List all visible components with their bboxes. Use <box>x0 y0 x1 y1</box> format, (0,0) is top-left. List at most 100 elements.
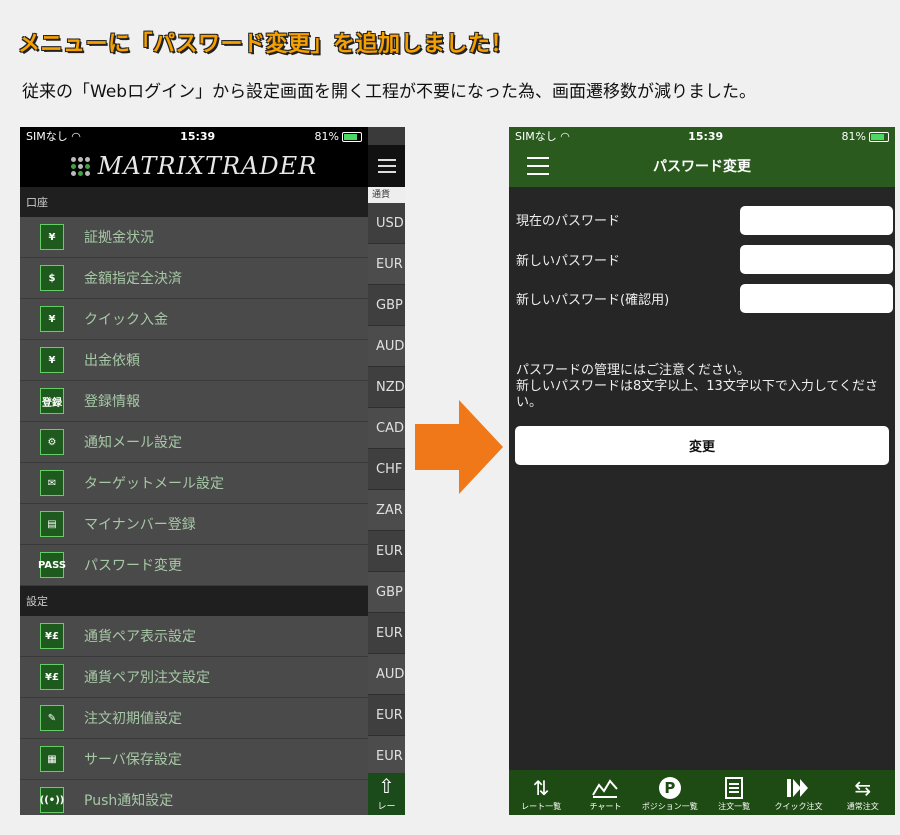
rate-row[interactable]: USD <box>368 203 405 244</box>
page-title: パスワード変更 <box>653 159 751 175</box>
menu-item[interactable]: $ 金額指定全決済 <box>20 258 368 299</box>
hamburger-icon <box>377 159 396 173</box>
menu-item[interactable]: ✉ ターゲットメール設定 <box>20 463 368 504</box>
logo: MATRIXTRADER <box>20 145 368 187</box>
carrier: SIMなし <box>26 130 68 143</box>
menu-item[interactable]: ¥£ 通貨ペア別注文設定 <box>20 657 368 698</box>
rate-row[interactable]: EUR <box>368 695 405 736</box>
menu-item[interactable]: ✎ 注文初期値設定 <box>20 698 368 739</box>
menu-item[interactable]: ¥£ 通貨ペア表示設定 <box>20 616 368 657</box>
tab-rate-list[interactable]: ⇅ レート一覧 <box>509 770 573 815</box>
battery-level: 81% <box>314 129 339 143</box>
wifi-icon: ◠ <box>560 130 570 143</box>
time: 15:39 <box>180 129 216 143</box>
menu-item-label: 通知メール設定 <box>84 435 182 451</box>
battery-level: 81% <box>841 129 866 143</box>
menu-item-icon: ¥£ <box>40 664 64 690</box>
menu-item-icon: ¥£ <box>40 623 64 649</box>
menu-item-label: 通貨ペア別注文設定 <box>84 670 210 686</box>
rate-row[interactable]: EUR <box>368 736 405 777</box>
status-bar: SIMなし ◠ 15:39 81% <box>509 127 895 145</box>
menu-item-icon: ((•)) <box>40 787 64 813</box>
current-password-input[interactable] <box>740 206 893 235</box>
tab-quick-order[interactable]: クイック注文 <box>766 770 830 815</box>
side-rate-tab[interactable]: ⇧ レー <box>368 773 405 815</box>
menu-item-label: 登録情報 <box>84 394 140 410</box>
menu-item[interactable]: 登録 登録情報 <box>20 381 368 422</box>
rate-row[interactable]: CAD <box>368 408 405 449</box>
rate-row[interactable]: GBP <box>368 572 405 613</box>
rate-row[interactable]: EUR <box>368 244 405 285</box>
subtext: 従来の「Webログイン」から設定画面を開く工程が不要になった為、画面遷移数が減り… <box>22 82 757 102</box>
wifi-icon: ◠ <box>71 130 81 143</box>
position-icon: P <box>658 777 681 799</box>
side-header: 通貨 <box>368 187 405 203</box>
rate-row[interactable]: ZAR <box>368 490 405 531</box>
tab-label: チャート <box>589 802 622 811</box>
rate-row[interactable]: GBP <box>368 285 405 326</box>
right-phone-screen: SIMなし ◠ 15:39 81% パスワード変更 現在のパスワード 新しいパス… <box>509 127 895 815</box>
tab-label: 通常注文 <box>846 802 879 811</box>
menu-item-label: 証拠金状況 <box>84 230 154 246</box>
menu-item-icon: PASS <box>38 552 66 578</box>
carrier: SIMなし <box>515 130 557 143</box>
side-rate-tab-label: レー <box>377 802 396 812</box>
menu-item[interactable]: ▦ サーバ保存設定 <box>20 739 368 780</box>
change-button[interactable]: 変更 <box>515 426 889 465</box>
bottom-tab-bar: ⇅ レート一覧 チャート P ポジション一覧 注文一覧 クイック注文 ⇆ 通常注… <box>509 770 895 815</box>
confirm-password-input[interactable] <box>740 284 893 313</box>
menu-item[interactable]: ▤ マイナンバー登録 <box>20 504 368 545</box>
tab-label: ポジション一覧 <box>641 802 698 811</box>
menu-item-icon: ⚙ <box>40 429 64 455</box>
left-phone-screen: SIMなし ◠ 15:39 81% MATRIXTRADER 口座 ¥ 証拠金状況 $… <box>20 127 405 815</box>
menu-item-label: 注文初期値設定 <box>84 711 182 727</box>
normal-order-icon: ⇆ <box>854 776 872 800</box>
section-header: 口座 <box>20 187 368 217</box>
menu-item-icon: $ <box>40 265 64 291</box>
status-bar: SIMなし ◠ 15:39 81% <box>20 127 368 145</box>
menu-item[interactable]: ((•)) Push通知設定 <box>20 780 368 815</box>
rate-row[interactable]: EUR <box>368 531 405 572</box>
menu-item-label: 通貨ペア表示設定 <box>84 629 196 645</box>
menu-item-label: クイック入金 <box>84 312 168 328</box>
tab-positions[interactable]: P ポジション一覧 <box>638 770 702 815</box>
tab-label: 注文一覧 <box>718 802 751 811</box>
menu-item-label: パスワード変更 <box>84 558 182 574</box>
rate-row[interactable]: AUD <box>368 326 405 367</box>
right-arrow-icon <box>415 400 503 494</box>
tab-order-list[interactable]: 注文一覧 <box>702 770 766 815</box>
battery-icon <box>868 131 889 142</box>
rate-row[interactable]: NZD <box>368 367 405 408</box>
side-menu-button[interactable] <box>368 145 405 187</box>
menu-item[interactable]: ¥ クイック入金 <box>20 299 368 340</box>
menu-item-label: サーバ保存設定 <box>84 752 182 768</box>
rate-row[interactable]: EUR <box>368 613 405 654</box>
password-header: SIMなし ◠ 15:39 81% パスワード変更 <box>509 127 895 187</box>
tab-chart[interactable]: チャート <box>573 770 637 815</box>
menu-item-icon: ¥ <box>40 306 64 332</box>
menu-item[interactable]: ⚙ 通知メール設定 <box>20 422 368 463</box>
tab-label: クイック注文 <box>774 802 823 811</box>
new-password-input[interactable] <box>740 245 893 274</box>
menu-item[interactable]: ¥ 出金依頼 <box>20 340 368 381</box>
menu-item-icon: ✉ <box>40 470 64 496</box>
password-notice: パスワードの管理にはご注意ください。 新しいパスワードは8文字以上、13文字以下… <box>516 363 879 410</box>
menu-item-icon: ✎ <box>40 705 64 731</box>
up-arrow-icon: ⇧ <box>378 774 395 798</box>
battery-icon <box>341 131 362 142</box>
menu-item-label: マイナンバー登録 <box>84 517 196 533</box>
headline: メニューに「パスワード変更」を追加しました！ <box>18 32 514 57</box>
time: 15:39 <box>688 129 724 143</box>
menu-item[interactable]: PASS パスワード変更 <box>20 545 368 586</box>
tab-normal-order[interactable]: ⇆ 通常注文 <box>831 770 895 815</box>
menu-item-icon: 登録 <box>40 388 64 414</box>
logo-mark-icon <box>70 156 90 176</box>
menu-item-label: ターゲットメール設定 <box>84 476 224 492</box>
menu-item[interactable]: ¥ 証拠金状況 <box>20 217 368 258</box>
order-list-icon <box>725 777 744 799</box>
rate-row[interactable]: AUD <box>368 654 405 695</box>
rate-list-strip: 通貨 USD EUR GBP AUD NZD CAD CHF ZAR EUR GBP EUR AUD E… <box>368 127 405 815</box>
rate-row[interactable]: CHF <box>368 449 405 490</box>
menu-item-label: 金額指定全決済 <box>84 271 182 287</box>
menu-item-label: Push通知設定 <box>84 793 174 809</box>
